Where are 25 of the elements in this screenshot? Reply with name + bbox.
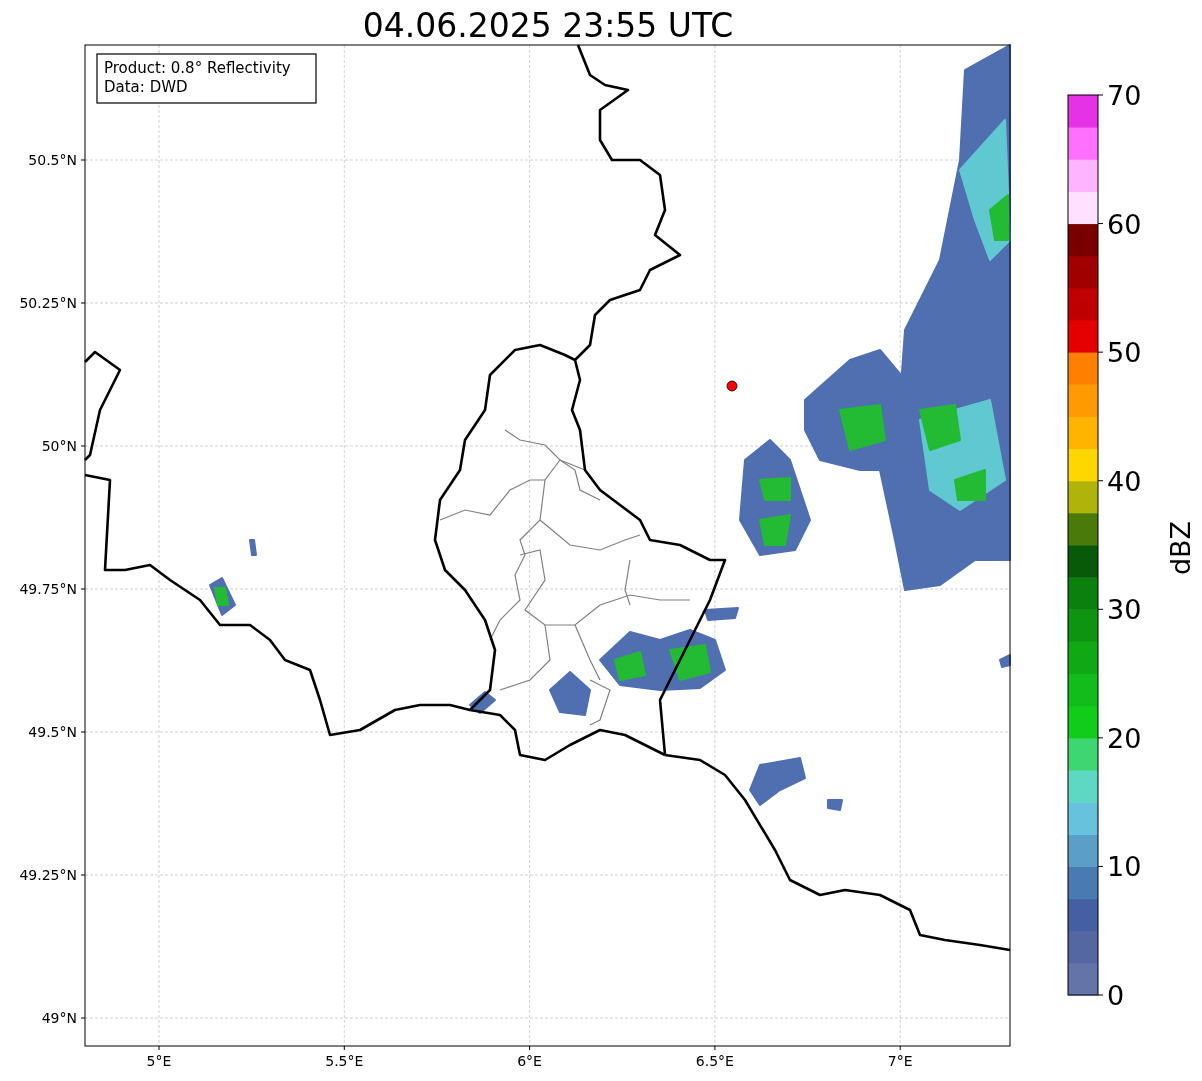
- y-tick-label: 50°N: [41, 438, 77, 454]
- colorbar-label: dBZ: [1165, 520, 1196, 576]
- colorbar-tick-label: 20: [1107, 722, 1142, 754]
- y-tick-label: 49°N: [41, 1010, 77, 1026]
- x-tick-label: 6.5°E: [695, 1053, 734, 1069]
- y-tick-label: 50.5°N: [28, 152, 77, 168]
- colorbar-tick-label: 70: [1107, 80, 1142, 111]
- x-tick-label: 6°E: [517, 1053, 542, 1069]
- x-tick-label: 7°E: [887, 1053, 913, 1069]
- radar-site-marker: [726, 380, 738, 392]
- colorbar-tick-label: 10: [1107, 851, 1142, 883]
- chart-title: 04.06.2025 23:55 UTC: [362, 6, 734, 45]
- y-tick-label: 49.75°N: [19, 581, 77, 597]
- y-tick-label: 49.25°N: [19, 867, 77, 883]
- x-tick-label: 5°E: [146, 1053, 172, 1069]
- y-tick-label: 50.25°N: [19, 295, 77, 311]
- x-tick-label: 5.5°E: [325, 1053, 364, 1069]
- colorbar-tick-label: 60: [1107, 208, 1142, 240]
- y-tick-label: 49.5°N: [28, 724, 77, 740]
- colorbar-tick-label: 30: [1107, 594, 1142, 626]
- info-text: Product: 0.8° Reflectivity: [104, 59, 291, 77]
- colorbar-tick-label: 50: [1107, 337, 1142, 369]
- colorbar-tick-label: 0: [1107, 980, 1125, 1011]
- colorbar-tick-label: 40: [1107, 465, 1142, 497]
- info-text: Data: DWD: [104, 78, 188, 96]
